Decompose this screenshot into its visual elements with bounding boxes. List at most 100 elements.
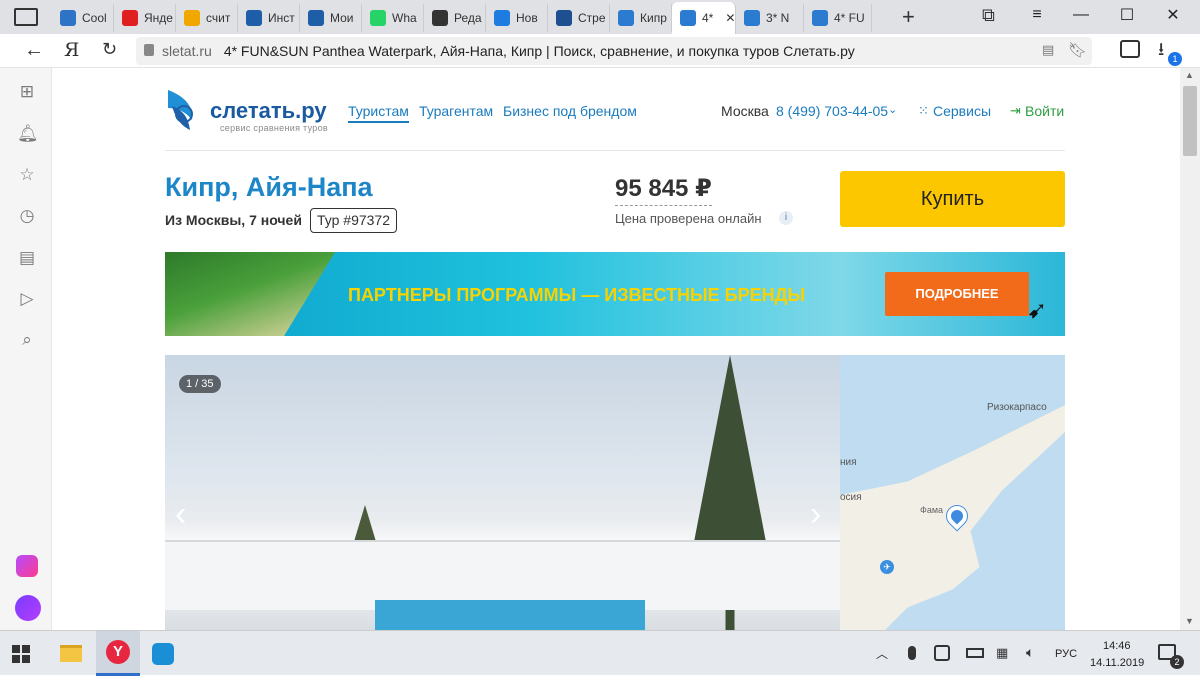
services-grid-icon[interactable]: ⁙ bbox=[918, 103, 929, 119]
airport-icon: ✈ bbox=[880, 560, 894, 574]
logo-text[interactable]: слетать.ру bbox=[210, 98, 327, 124]
nav-business[interactable]: Бизнес под брендом bbox=[503, 103, 637, 119]
minimize-button[interactable]: — bbox=[1058, 0, 1104, 30]
mail-icon bbox=[494, 10, 510, 26]
cursor-arrow-icon: ➹ bbox=[1027, 297, 1048, 324]
partners-banner[interactable]: ПАРТНЕРЫ ПРОГРАММЫ — ИЗВЕСТНЫЕ БРЕНДЫ ПО… bbox=[165, 252, 1065, 336]
browser-tab[interactable]: Кипр bbox=[610, 4, 672, 32]
windows-start-icon[interactable] bbox=[12, 645, 30, 663]
microphone-icon[interactable] bbox=[908, 646, 916, 660]
network-icon[interactable]: ▦ bbox=[996, 645, 1008, 661]
maximize-button[interactable]: ☐ bbox=[1104, 0, 1150, 30]
tray-chevron-icon[interactable]: ︿ bbox=[876, 645, 888, 662]
phone-link[interactable]: 8 (499) 703-44-05 bbox=[776, 103, 888, 119]
scroll-up-icon[interactable]: ▲ bbox=[1185, 70, 1194, 80]
alice-voice-icon[interactable] bbox=[15, 595, 41, 621]
downloads-icon[interactable]: ⭳ bbox=[1158, 37, 1164, 67]
banner-text: ПАРТНЕРЫ ПРОГРАММЫ — ИЗВЕСТНЫЕ БРЕНДЫ bbox=[348, 285, 806, 305]
search-doc-icon[interactable]: ⌕ bbox=[17, 330, 37, 350]
play-icon[interactable]: ▷ bbox=[17, 289, 37, 309]
tab-label: Реда bbox=[454, 11, 482, 25]
new-tab-button[interactable]: + bbox=[902, 4, 915, 30]
scroll-down-icon[interactable]: ▼ bbox=[1185, 616, 1194, 626]
app-taskbar-icon[interactable] bbox=[152, 643, 174, 665]
banner-details-button[interactable]: ПОДРОБНЕЕ bbox=[885, 272, 1029, 316]
browser-tab[interactable]: счит bbox=[176, 4, 238, 32]
history-icon[interactable]: ◷ bbox=[17, 206, 37, 226]
back-icon[interactable]: ← bbox=[24, 39, 44, 62]
download-badge: 1 bbox=[1168, 52, 1182, 66]
alice-app-icon[interactable] bbox=[16, 555, 38, 577]
bell-icon[interactable]: 🔔︎ bbox=[17, 124, 39, 144]
tab-label: Нов bbox=[516, 11, 538, 25]
address-bar[interactable]: sletat.ru 4* FUN&SUN Panthea Waterpark, … bbox=[136, 37, 1092, 65]
tab-label: счит bbox=[206, 11, 231, 25]
tour-subtitle: Из Москвы, 7 ночей bbox=[165, 212, 302, 228]
notes-icon[interactable]: ▤ bbox=[17, 248, 37, 268]
map-panel[interactable]: Ризокарпасо ния осия Фама ✈ bbox=[840, 355, 1065, 630]
browser-tab[interactable]: Стре bbox=[548, 4, 610, 32]
plus-square-icon bbox=[432, 10, 448, 26]
browser-tab[interactable]: Нов bbox=[486, 4, 548, 32]
tab-label: Мои bbox=[330, 11, 354, 25]
browser-tab[interactable]: Wha bbox=[362, 4, 424, 32]
tour-id-badge: Тур #97372 bbox=[310, 208, 398, 233]
star-icon[interactable]: ☆ bbox=[17, 165, 37, 185]
sletat-icon bbox=[308, 10, 324, 26]
gallery-next-icon[interactable]: › bbox=[810, 495, 821, 534]
yandex-browser-taskbar-icon[interactable]: Y bbox=[96, 631, 140, 676]
reader-mode-icon[interactable]: ▤ bbox=[1042, 42, 1054, 58]
language-indicator[interactable]: РУС bbox=[1055, 648, 1077, 660]
notification-count: 2 bbox=[1170, 655, 1184, 669]
grid-icon[interactable]: ⊞ bbox=[17, 82, 37, 102]
browser-tab[interactable]: Реда bbox=[424, 4, 486, 32]
browser-tab[interactable]: 4* FU bbox=[804, 4, 872, 32]
browser-tab[interactable]: Янде bbox=[114, 4, 176, 32]
nav-agents[interactable]: Турагентам bbox=[419, 103, 493, 119]
close-window-button[interactable]: ✕ bbox=[1150, 0, 1196, 30]
sletat-logo-icon[interactable] bbox=[164, 86, 204, 132]
browser-tab[interactable]: Инст bbox=[238, 4, 300, 32]
tab-label: Янде bbox=[144, 11, 173, 25]
clock-date[interactable]: 14.11.2019 bbox=[1090, 657, 1144, 669]
browser-tab[interactable]: 4* ✕ bbox=[672, 2, 736, 34]
windows-taskbar: Y ︿ ▦ 🔈︎ РУС 14:46 14.11.2019 2 bbox=[0, 630, 1200, 676]
reload-icon[interactable]: ↻ bbox=[102, 39, 117, 60]
hotel-photo-gallery[interactable]: 1 / 35 ‹ › bbox=[165, 355, 840, 630]
tab-manager-icon[interactable] bbox=[14, 8, 38, 26]
bookmark-icon[interactable]: 🔖︎ bbox=[1068, 41, 1087, 59]
gallery-counter: 1 / 35 bbox=[179, 375, 221, 393]
close-tab-icon[interactable]: ✕ bbox=[725, 11, 735, 25]
browser-tab-strip: Cool Янде счит Инст Мои Wha Реда Нов Стре Кипр 4* ✕… bbox=[0, 0, 1200, 34]
mountain-icon bbox=[184, 10, 200, 26]
services-link[interactable]: Сервисы bbox=[933, 103, 991, 119]
gallery-prev-icon[interactable]: ‹ bbox=[175, 495, 186, 534]
volume-icon[interactable]: 🔈︎ bbox=[1026, 644, 1034, 661]
login-icon[interactable]: ⇥ bbox=[1010, 103, 1021, 119]
tour-price: 95 845 ₽ bbox=[615, 174, 712, 206]
browser-sidebar: ⊞ 🔔︎ ☆ ◷ ▤ ▷ ⌕ bbox=[0, 68, 52, 630]
map-label-partial: ния bbox=[840, 457, 857, 468]
bookmark-collections-icon[interactable]: ⧉ bbox=[982, 5, 995, 26]
login-link[interactable]: Войти bbox=[1025, 103, 1064, 119]
buy-button[interactable]: Купить bbox=[840, 171, 1065, 227]
tray-app-icon[interactable] bbox=[934, 645, 950, 661]
nav-tourists[interactable]: Туристам bbox=[348, 103, 409, 123]
address-host: sletat.ru bbox=[162, 43, 212, 59]
browser-tab[interactable]: 3* N bbox=[736, 4, 804, 32]
sletat-icon bbox=[246, 10, 262, 26]
tab-label: Инст bbox=[268, 11, 295, 25]
clock-time[interactable]: 14:46 bbox=[1103, 640, 1131, 652]
file-explorer-icon[interactable] bbox=[60, 645, 82, 662]
menu-icon[interactable]: ≡ bbox=[1014, 0, 1060, 30]
browser-tab[interactable]: Cool bbox=[52, 4, 114, 32]
translate-icon[interactable] bbox=[1120, 40, 1140, 58]
chevron-down-icon[interactable]: ⌄ bbox=[888, 103, 897, 116]
yandex-home-icon[interactable]: Я bbox=[64, 39, 79, 61]
page-scrollbar[interactable]: ▲ ▼ bbox=[1180, 68, 1200, 630]
info-icon[interactable]: i bbox=[779, 211, 793, 225]
scroll-thumb[interactable] bbox=[1183, 86, 1197, 156]
battery-icon[interactable] bbox=[966, 648, 984, 658]
browser-tab[interactable]: Мои bbox=[300, 4, 362, 32]
whatsapp-icon bbox=[370, 10, 386, 26]
